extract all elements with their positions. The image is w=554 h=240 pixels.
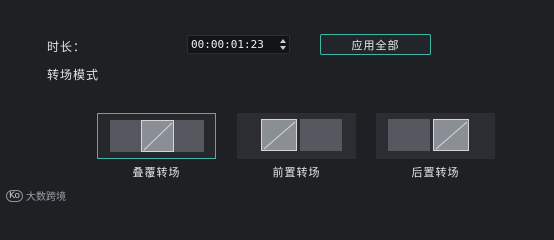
mode-option-front[interactable] [237,113,356,159]
apply-all-button[interactable]: 应用全部 [320,34,431,55]
clip-a-tile [388,119,430,151]
mode-option-back[interactable] [376,113,495,159]
overlap-icon [141,120,174,152]
mode-label-front: 前置转场 [272,166,321,179]
transition-mode-label: 转场模式 [47,68,100,82]
watermark-text: 大数跨境 [25,192,66,203]
mode-label-overlay: 叠覆转场 [132,166,181,179]
mode-option-overlay[interactable] [97,113,216,159]
watermark-logo-icon: Ko [6,189,23,202]
duration-time-value[interactable]: 00:00:01:23 [191,38,264,51]
duration-label: 时长： [47,40,87,54]
watermark: Ko 大数跨境 [6,188,66,203]
duration-time-input[interactable]: 00:00:01:23 [187,35,290,54]
clip-b-tile [300,119,342,151]
transition-front-icon [261,119,297,151]
transition-back-icon [433,119,469,151]
spin-down-icon[interactable] [280,46,286,50]
duration-spinner[interactable] [279,37,287,53]
spin-up-icon[interactable] [280,39,286,43]
mode-label-back: 后置转场 [411,166,460,179]
